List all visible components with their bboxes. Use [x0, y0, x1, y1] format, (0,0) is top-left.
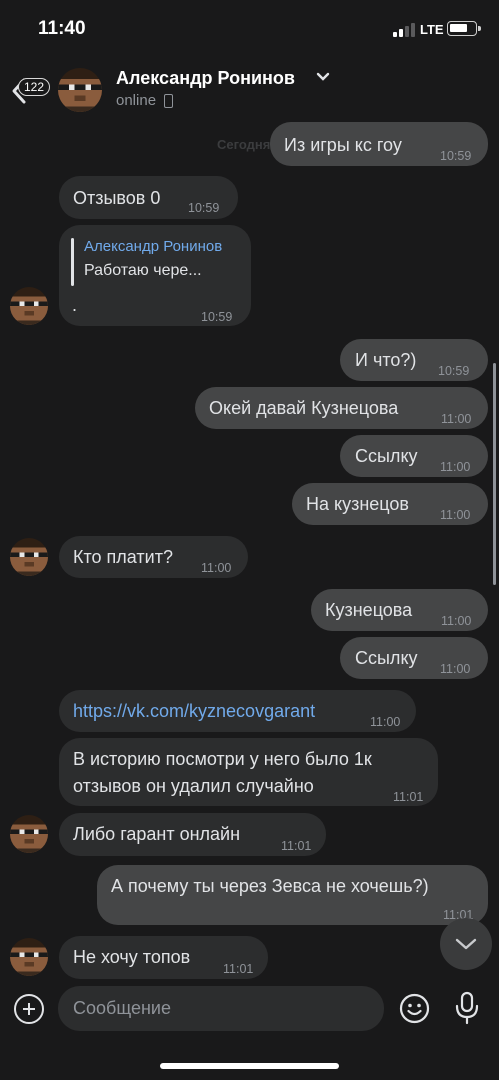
message-outgoing[interactable]: Кузнецова 11:00	[311, 589, 488, 631]
message-time: 11:00	[370, 715, 401, 729]
avatar[interactable]	[10, 538, 48, 576]
message-outgoing[interactable]: А почему ты через Зевса не хочешь?) 11:0…	[97, 865, 488, 925]
message-text: И что?)	[355, 350, 417, 370]
battery-icon	[447, 21, 481, 36]
status-time: 11:40	[38, 18, 86, 39]
avatar[interactable]	[10, 287, 48, 325]
message-time: 10:59	[438, 364, 470, 378]
reply-quote-bar	[71, 238, 74, 286]
message-link[interactable]: https://vk.com/kyznecovgarant	[73, 699, 315, 723]
message-composer	[0, 980, 499, 1040]
message-time: 11:01	[393, 790, 424, 804]
message-text: Ссылку	[355, 648, 418, 668]
message-time: 11:00	[441, 412, 472, 426]
message-outgoing[interactable]: Из игры кс гоу 10:59	[270, 122, 488, 166]
network-type: LTE	[420, 22, 444, 37]
message-text: А почему ты через Зевса не хочешь?)	[111, 876, 429, 896]
message-outgoing[interactable]: Ссылку 11:00	[340, 637, 488, 679]
message-incoming[interactable]: Либо гарант онлайн 11:01	[59, 813, 326, 856]
message-outgoing[interactable]: И что?) 10:59	[340, 339, 488, 381]
message-time: 11:00	[440, 508, 471, 522]
message-incoming[interactable]: Кто платит? 11:00	[59, 536, 248, 578]
message-text: Кузнецова	[325, 600, 413, 620]
back-button[interactable]: 122	[10, 66, 56, 106]
phone-icon	[164, 94, 173, 108]
message-text: Кто платит?	[73, 547, 173, 567]
add-icon[interactable]	[14, 994, 44, 1024]
scrollbar[interactable]	[493, 363, 496, 585]
contact-status: online	[116, 92, 157, 109]
scroll-down-button[interactable]	[440, 918, 492, 970]
chat-header: 122 Александр Ронинов online	[0, 56, 499, 126]
chevron-down-icon	[455, 938, 477, 950]
message-time: 10:59	[188, 201, 220, 215]
message-time: 11:01	[281, 839, 312, 853]
avatar[interactable]	[10, 938, 48, 976]
message-incoming[interactable]: Отзывов 0 10:59	[59, 176, 238, 219]
message-incoming[interactable]: В историю посмотри у него было 1к отзыво…	[59, 738, 438, 806]
message-outgoing[interactable]: Окей давай Кузнецова 11:00	[195, 387, 488, 429]
message-time: 10:59	[201, 310, 233, 324]
message-text: Окей давай Кузнецова	[209, 398, 399, 418]
message-time: 11:00	[440, 662, 471, 676]
message-outgoing[interactable]: Ссылку 11:00	[340, 435, 488, 477]
message-incoming[interactable]: Не хочу топов 11:01	[59, 936, 268, 979]
message-input[interactable]	[58, 986, 384, 1031]
unread-badge: 122	[18, 78, 51, 96]
message-time: 11:00	[441, 614, 472, 628]
message-time: 11:00	[440, 460, 471, 474]
message-text: Ссылку	[355, 446, 418, 466]
reply-text: Работаю чере...	[84, 262, 202, 279]
emoji-icon[interactable]	[399, 993, 430, 1024]
message-time: 10:59	[440, 149, 472, 163]
signal-icon	[393, 23, 415, 37]
message-incoming-reply[interactable]: Александр Ронинов Работаю чере... . 10:5…	[59, 225, 251, 326]
message-text: Отзывов 0	[73, 188, 161, 208]
date-separator: Сегодня	[217, 137, 271, 152]
avatar[interactable]	[58, 68, 102, 112]
message-text-line: В историю посмотри у него было 1к	[73, 749, 372, 769]
message-text: .	[72, 295, 78, 315]
contact-name[interactable]: Александр Ронинов	[116, 68, 295, 89]
message-text: Либо гарант онлайн	[73, 824, 241, 844]
message-time: 11:01	[223, 962, 254, 976]
chevron-down-icon[interactable]	[316, 72, 330, 82]
message-text: Не хочу топов	[73, 947, 191, 967]
message-text-line: отзывов он удалил случайно	[73, 776, 314, 796]
microphone-icon[interactable]	[454, 991, 480, 1025]
status-bar: 11:40 LTE	[0, 0, 499, 56]
message-text: Из игры кс гоу	[284, 135, 402, 155]
message-incoming-link[interactable]: https://vk.com/kyznecovgarant 11:00	[59, 690, 416, 732]
message-outgoing[interactable]: На кузнецов 11:00	[292, 483, 488, 525]
reply-author[interactable]: Александр Ронинов	[84, 235, 222, 259]
avatar[interactable]	[10, 815, 48, 853]
home-indicator[interactable]	[160, 1063, 339, 1069]
message-time: 11:00	[201, 561, 232, 575]
message-text: На кузнецов	[306, 494, 409, 514]
